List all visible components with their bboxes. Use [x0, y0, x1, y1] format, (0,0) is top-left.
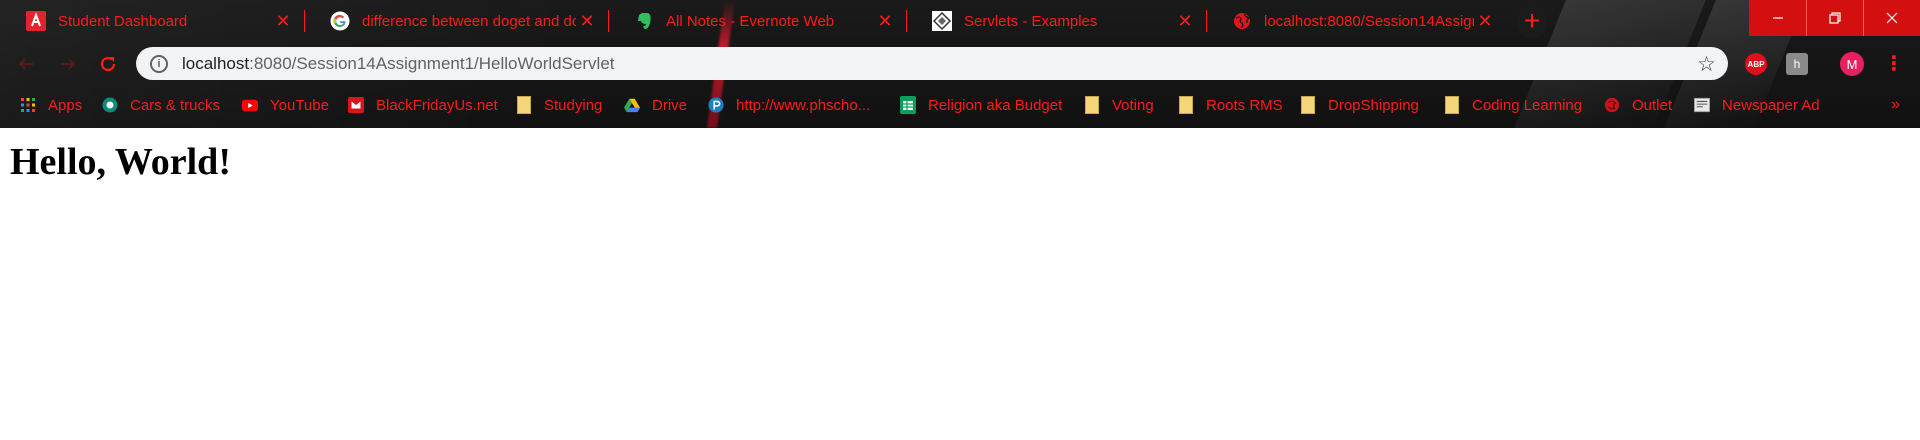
cars-icon	[102, 97, 118, 113]
bookmark-studying[interactable]: Studying	[516, 92, 602, 118]
bookmark-label: BlackFridayUs.net	[376, 96, 498, 114]
tab-servlets-examples[interactable]: Servlets - Examples ✕	[906, 0, 1206, 42]
browser-chrome: Student Dashboard ✕ difference between d…	[0, 0, 1920, 128]
bookmark-label: DropShipping	[1328, 96, 1419, 114]
youtube-icon	[242, 97, 258, 113]
restore-button[interactable]	[1806, 0, 1863, 36]
tab-title: All Notes - Evernote Web	[666, 12, 835, 30]
profile-avatar[interactable]: M	[1840, 52, 1864, 76]
info-icon[interactable]: i	[150, 54, 168, 73]
bookmarks-overflow-button[interactable]: »	[1891, 92, 1900, 118]
bookmark-label: Newspaper Ad	[1722, 96, 1820, 114]
menu-kebab-icon[interactable]: ⋮	[1884, 52, 1904, 76]
pearson-icon	[708, 97, 724, 113]
bookmark-label: Cars & trucks	[130, 96, 221, 114]
page-content: Hello, World!	[0, 128, 1920, 440]
close-icon[interactable]: ✕	[1174, 10, 1196, 32]
apps-grid-icon	[20, 97, 36, 113]
google-drive-icon	[624, 97, 640, 113]
url-host: localhost	[182, 53, 250, 73]
tab-strip: Student Dashboard ✕ difference between d…	[0, 0, 1920, 42]
reload-button[interactable]	[94, 50, 122, 78]
bookmark-dropshipping[interactable]: DropShipping	[1300, 92, 1419, 118]
google-icon	[330, 11, 350, 31]
browser-toolbar: i localhost:8080/Session14Assignment1/He…	[0, 42, 1920, 84]
bookmark-label: Religion aka Budget	[928, 96, 1063, 114]
folder-icon	[516, 96, 532, 114]
address-bar[interactable]: i localhost:8080/Session14Assignment1/He…	[136, 47, 1728, 80]
bookmark-label: http://www.phscho...	[736, 96, 871, 114]
bookmark-apps[interactable]: Apps	[20, 92, 82, 118]
newspaper-icon	[1694, 97, 1710, 113]
evernote-icon	[634, 11, 654, 31]
arrow-left-icon	[18, 58, 33, 70]
close-icon[interactable]: ✕	[1474, 10, 1496, 32]
tab-hello-world-servlet[interactable]: localhost:8080/Session14Assignment1/Hell…	[1206, 0, 1506, 42]
arrow-right-icon	[61, 58, 76, 70]
forward-button[interactable]	[54, 50, 82, 78]
bookmark-label: Voting	[1112, 96, 1154, 114]
restore-icon	[1829, 12, 1841, 24]
url-path: :8080/Session14Assignment1/HelloWorldSer…	[249, 53, 615, 73]
close-icon	[1886, 12, 1898, 24]
close-icon[interactable]: ✕	[874, 10, 896, 32]
reload-icon	[100, 56, 116, 72]
folder-icon	[1084, 96, 1100, 114]
page-heading: Hello, World!	[10, 141, 231, 183]
bookmark-phschool[interactable]: http://www.phscho...	[708, 92, 870, 118]
bookmark-outlet[interactable]: Outlet	[1604, 92, 1672, 118]
bookmark-coding-learning[interactable]: Coding Learning	[1444, 92, 1582, 118]
google-sheets-icon	[900, 96, 916, 114]
globe-icon	[1232, 11, 1252, 31]
red-a-app-icon	[26, 11, 46, 31]
tab-title: difference between doget and dopost	[362, 12, 576, 30]
bookmarks-bar: Apps Cars & trucks YouTube BlackFridayUs…	[0, 92, 1920, 118]
folder-icon	[1300, 96, 1316, 114]
outlet-icon	[1604, 97, 1620, 113]
bookmark-label: Apps	[48, 96, 83, 114]
bookmark-label: Roots RMS	[1206, 96, 1283, 114]
bookmark-label: YouTube	[270, 96, 329, 114]
tab-title: localhost:8080/Session14Assignment1/Hell…	[1264, 12, 1474, 30]
folder-icon	[1444, 96, 1460, 114]
new-tab-button[interactable]: +	[1516, 6, 1548, 38]
adblock-plus-icon[interactable]: ABP	[1745, 53, 1767, 75]
close-icon[interactable]: ✕	[272, 10, 294, 32]
bookmark-label: Drive	[652, 96, 688, 114]
bookmark-roots-rms[interactable]: Roots RMS	[1178, 92, 1283, 118]
tab-title: Servlets - Examples	[964, 12, 1098, 30]
tab-doget-dopost[interactable]: difference between doget and dopost ✕	[304, 0, 608, 42]
url-text[interactable]: localhost:8080/Session14Assignment1/Hell…	[182, 54, 615, 74]
bookmark-label: Studying	[544, 96, 603, 114]
bookmark-cars-trucks[interactable]: Cars & trucks	[102, 92, 220, 118]
folder-icon	[1178, 96, 1194, 114]
bookmark-religion-budget[interactable]: Religion aka Budget	[900, 92, 1062, 118]
close-window-button[interactable]	[1863, 0, 1920, 36]
bookmark-drive[interactable]: Drive	[624, 92, 687, 118]
bookmark-label: Coding Learning	[1472, 96, 1583, 114]
tab-title: Student Dashboard	[58, 12, 188, 30]
tab-student-dashboard[interactable]: Student Dashboard ✕	[0, 0, 304, 42]
tomcat-icon	[932, 11, 952, 31]
bookmark-youtube[interactable]: YouTube	[242, 92, 329, 118]
bookmark-blackfriday[interactable]: BlackFridayUs.net	[348, 92, 498, 118]
bookmark-newspaper-ad[interactable]: Newspaper Ad	[1694, 92, 1820, 118]
close-icon[interactable]: ✕	[576, 10, 598, 32]
minimize-button[interactable]	[1749, 0, 1806, 36]
tab-evernote[interactable]: All Notes - Evernote Web ✕	[608, 0, 906, 42]
bookmark-label: Outlet	[1632, 96, 1673, 114]
back-button[interactable]	[12, 50, 40, 78]
bookmark-voting[interactable]: Voting	[1084, 92, 1154, 118]
extension-icon[interactable]: h	[1786, 53, 1808, 75]
blackfriday-icon	[348, 97, 364, 113]
minimize-icon	[1772, 17, 1783, 19]
bookmark-star-icon[interactable]: ☆	[1697, 52, 1716, 77]
